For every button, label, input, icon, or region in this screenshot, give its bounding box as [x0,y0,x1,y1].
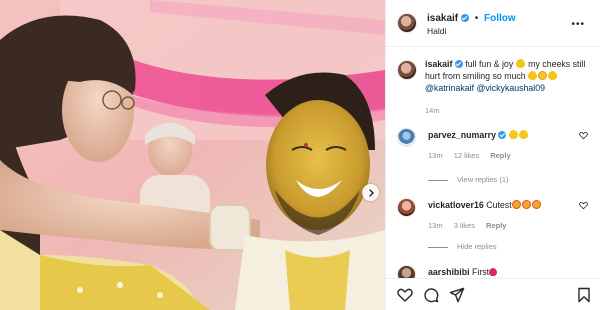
comment-text: aarshibibi First [428,267,498,278]
comment-text: vickatlover16 Cutest [428,200,542,211]
avatar[interactable] [397,128,416,147]
comment-likes[interactable]: 3 likes [454,221,475,230]
comment-meta: 13m 12 likes Reply [428,151,520,160]
follow-button[interactable]: Follow [484,13,516,24]
yellow-heart-emoji-icon [518,130,528,139]
caption-mentions[interactable]: @katrinakaif @vickykaushal09 [425,83,545,93]
chevron-right-icon [368,188,374,197]
heart-eyes-emoji-icon [521,200,531,209]
yellow-heart-emoji-icon [515,59,525,68]
avatar[interactable] [397,13,417,33]
caption-text-part1: full fun & joy [465,59,514,69]
comment-icon[interactable] [423,287,439,303]
avatar[interactable] [397,198,416,217]
verified-badge-icon [454,60,463,68]
yellow-heart-emoji-icon [548,71,558,80]
yellow-heart-emoji-icon [528,71,538,80]
header-divider [386,46,600,47]
more-options-icon[interactable]: ••• [571,19,585,30]
comment-body: First [472,267,490,277]
next-photo-button[interactable] [362,184,379,201]
reply-button[interactable]: Reply [490,151,510,160]
view-replies-label: View replies (1) [457,175,509,184]
haldi-photo [0,0,385,310]
bookmark-icon[interactable] [576,287,592,303]
share-icon[interactable] [449,287,465,303]
tears-of-joy-emoji-icon [538,71,548,80]
heart-icon[interactable] [579,131,588,140]
heart-eyes-emoji-icon [511,200,521,209]
hide-replies-label: Hide replies [457,242,497,251]
red-heart-emoji-icon [489,268,498,276]
heart-icon[interactable] [579,201,588,210]
comment-username[interactable]: aarshibibi [428,267,470,277]
caption-text: isakaif full fun & joy my cheeks still h… [425,58,595,94]
replies-line [428,179,448,181]
verified-badge-icon [498,131,507,139]
comment-time: 13m [428,221,443,230]
comment-username[interactable]: vickatlover16 [428,200,484,210]
comment-body: Cutest [486,200,512,210]
comment-time: 13m [428,151,443,160]
caption-timestamp: 14m [425,106,440,115]
comment-text: parvez_numarry [428,130,529,141]
heart-eyes-emoji-icon [531,200,541,209]
reply-button[interactable]: Reply [486,221,506,230]
hide-replies-button[interactable]: Hide replies [428,242,497,251]
verified-badge-icon [460,14,469,22]
post-location[interactable]: Haldi [427,26,446,36]
post-side-panel: isakaif • Follow Haldi ••• isakaif full … [385,0,600,310]
comment-likes[interactable]: 12 likes [454,151,479,160]
header-user-line: isakaif • Follow [427,13,516,24]
post-photo[interactable] [0,0,385,310]
avatar[interactable] [397,60,417,80]
yellow-heart-emoji-icon [508,130,518,139]
post-header: isakaif • Follow Haldi ••• [397,11,597,39]
caption-username[interactable]: isakaif [425,59,452,69]
view-replies-button[interactable]: View replies (1) [428,175,509,184]
heart-icon[interactable] [397,287,413,303]
replies-line [428,246,448,248]
comment-username[interactable]: parvez_numarry [428,130,496,140]
comment-meta: 13m 3 likes Reply [428,221,515,230]
action-bar [386,278,600,310]
header-dot: • [474,13,479,24]
header-username[interactable]: isakaif [427,13,458,24]
